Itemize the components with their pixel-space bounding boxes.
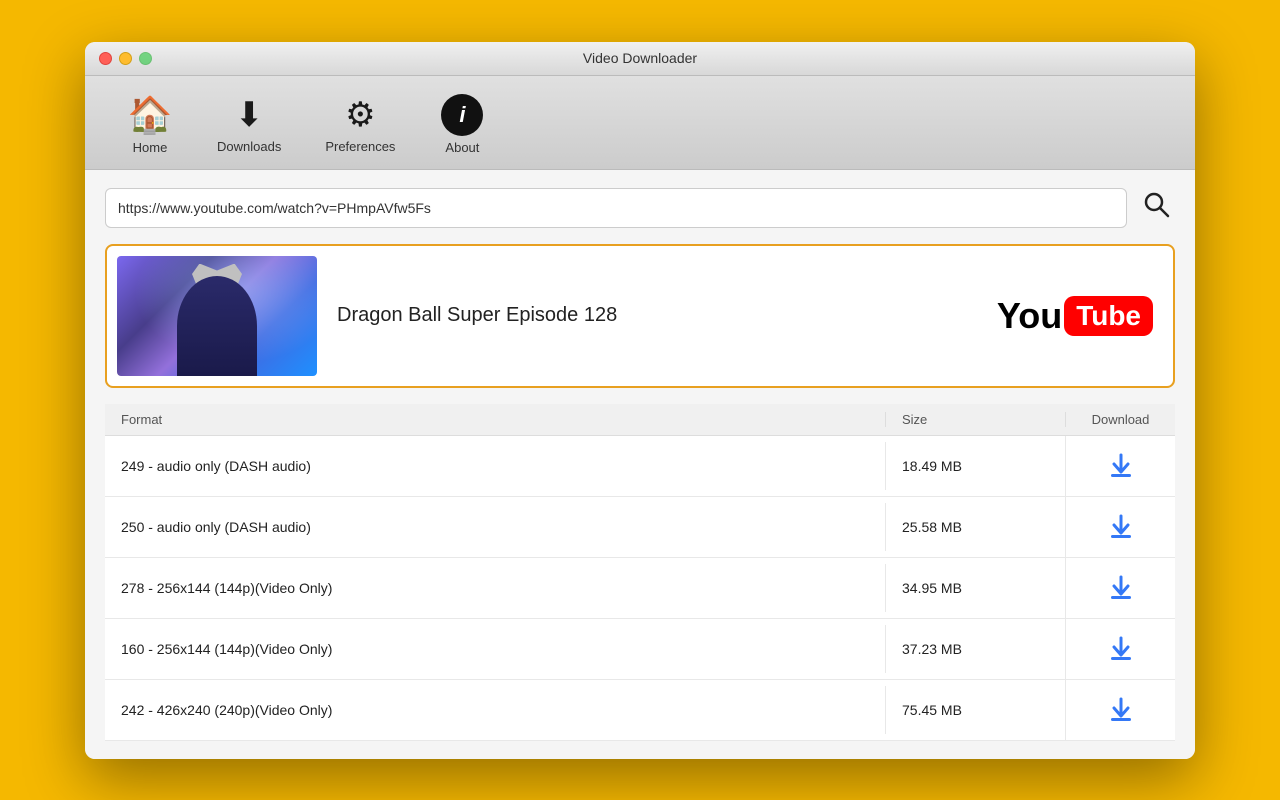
minimize-button[interactable] xyxy=(119,52,132,65)
traffic-lights xyxy=(99,52,152,65)
row-download-cell xyxy=(1065,619,1175,679)
row-download-cell xyxy=(1065,680,1175,740)
header-size: Size xyxy=(885,412,1065,427)
toolbar: 🏠 Home ⬇ Downloads ⚙ Preferences i About xyxy=(85,76,1195,170)
title-bar: Video Downloader xyxy=(85,42,1195,76)
row-format: 278 - 256x144 (144p)(Video Only) xyxy=(105,564,885,612)
toolbar-item-preferences[interactable]: ⚙ Preferences xyxy=(303,89,417,160)
row-size: 25.58 MB xyxy=(885,503,1065,551)
toolbar-item-about[interactable]: i About xyxy=(417,88,507,161)
video-title: Dragon Ball Super Episode 128 xyxy=(337,304,977,327)
youtube-logo: You Tube xyxy=(997,295,1153,337)
about-icon: i xyxy=(441,94,483,136)
downloads-label: Downloads xyxy=(217,139,281,154)
home-label: Home xyxy=(133,140,168,155)
preferences-label: Preferences xyxy=(325,139,395,154)
downloads-icon: ⬇ xyxy=(235,95,264,135)
row-format: 249 - audio only (DASH audio) xyxy=(105,442,885,490)
header-format: Format xyxy=(105,412,885,427)
video-preview: Dragon Ball Super Episode 128 You Tube xyxy=(105,244,1175,388)
download-button[interactable] xyxy=(1107,574,1135,602)
row-size: 37.23 MB xyxy=(885,625,1065,673)
window-title: Video Downloader xyxy=(583,50,697,66)
download-icon xyxy=(1107,513,1135,541)
row-format: 160 - 256x144 (144p)(Video Only) xyxy=(105,625,885,673)
row-download-cell xyxy=(1065,497,1175,557)
url-input[interactable] xyxy=(105,188,1127,228)
row-download-cell xyxy=(1065,558,1175,618)
preferences-icon: ⚙ xyxy=(345,95,375,135)
table-row: 278 - 256x144 (144p)(Video Only) 34.95 M… xyxy=(105,558,1175,619)
maximize-button[interactable] xyxy=(139,52,152,65)
row-format: 250 - audio only (DASH audio) xyxy=(105,503,885,551)
table-row: 242 - 426x240 (240p)(Video Only) 75.45 M… xyxy=(105,680,1175,741)
table-row: 249 - audio only (DASH audio) 18.49 MB xyxy=(105,436,1175,497)
search-icon xyxy=(1141,189,1171,219)
download-icon xyxy=(1107,635,1135,663)
row-size: 75.45 MB xyxy=(885,686,1065,734)
home-icon: 🏠 xyxy=(128,94,173,136)
about-label: About xyxy=(445,140,479,155)
close-button[interactable] xyxy=(99,52,112,65)
content-area: Dragon Ball Super Episode 128 You Tube F… xyxy=(85,170,1195,759)
row-size: 34.95 MB xyxy=(885,564,1065,612)
download-icon xyxy=(1107,574,1135,602)
row-size: 18.49 MB xyxy=(885,442,1065,490)
table-row: 250 - audio only (DASH audio) 25.58 MB xyxy=(105,497,1175,558)
video-thumbnail xyxy=(117,256,317,376)
download-icon xyxy=(1107,696,1135,724)
search-bar xyxy=(105,188,1175,228)
header-download: Download xyxy=(1065,412,1175,427)
download-button[interactable] xyxy=(1107,452,1135,480)
download-button[interactable] xyxy=(1107,513,1135,541)
toolbar-item-downloads[interactable]: ⬇ Downloads xyxy=(195,89,303,160)
row-format: 242 - 426x240 (240p)(Video Only) xyxy=(105,686,885,734)
formats-table: 249 - audio only (DASH audio) 18.49 MB 2… xyxy=(105,436,1175,741)
download-button[interactable] xyxy=(1107,635,1135,663)
table-header: Format Size Download xyxy=(105,404,1175,436)
download-icon xyxy=(1107,452,1135,480)
search-button[interactable] xyxy=(1137,189,1175,226)
row-download-cell xyxy=(1065,436,1175,496)
toolbar-item-home[interactable]: 🏠 Home xyxy=(105,88,195,161)
table-row: 160 - 256x144 (144p)(Video Only) 37.23 M… xyxy=(105,619,1175,680)
app-window: Video Downloader 🏠 Home ⬇ Downloads ⚙ Pr… xyxy=(85,42,1195,759)
download-button[interactable] xyxy=(1107,696,1135,724)
